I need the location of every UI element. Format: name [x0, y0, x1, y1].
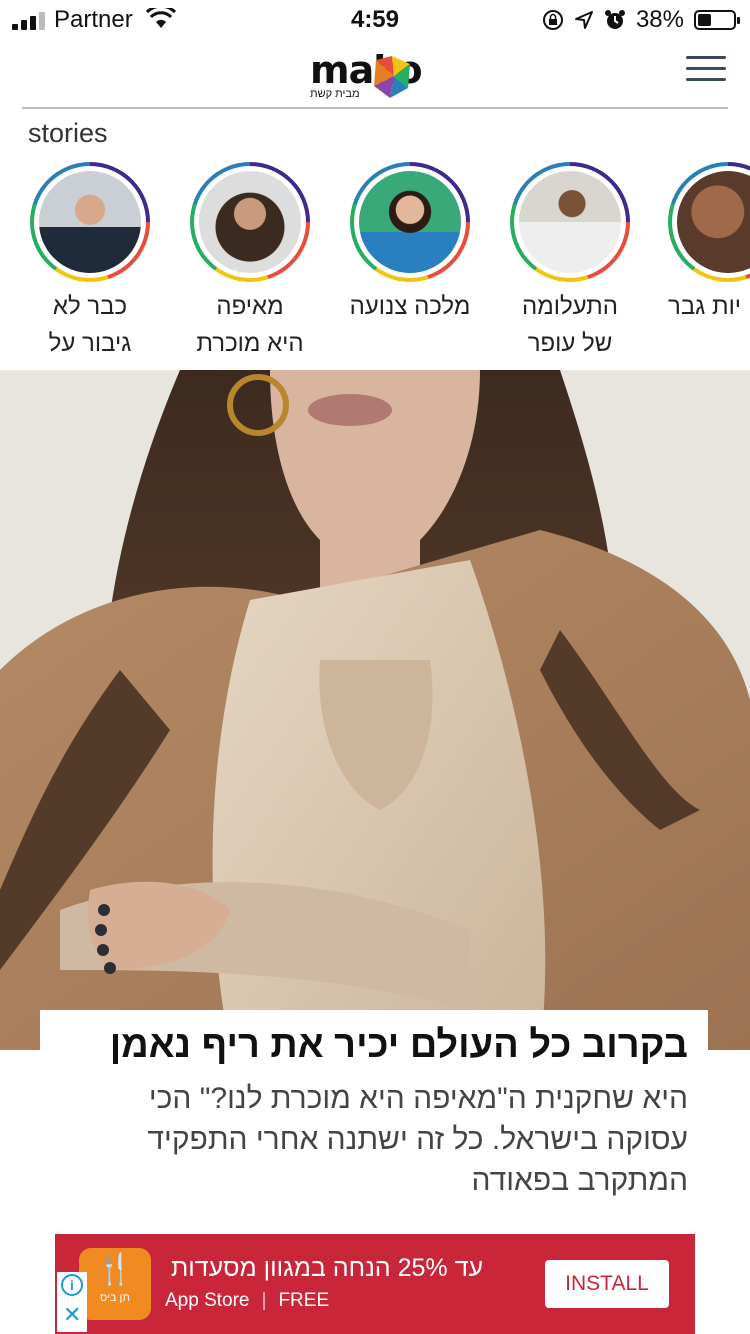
app-icon: 🍴 תן ביס [79, 1248, 151, 1320]
article-headline-card[interactable]: בקרוב כל העולם יכיר את ריף נאמן היא שחקנ… [40, 1010, 708, 1219]
fork-knife-icon: 🍴 [96, 1253, 134, 1286]
story-thumbnail [39, 171, 141, 273]
alarm-icon [604, 10, 625, 29]
battery-percent: 38% [635, 6, 684, 33]
article-summary: היא שחקנית ה"מאיפה היא מוכרת לנו?" הכי ע… [147, 1082, 688, 1197]
rotation-lock-icon [542, 10, 563, 30]
story-item[interactable]: כבר לא גיבור על [28, 162, 152, 362]
story-label: היא מוכרת [196, 330, 304, 357]
hamburger-icon[interactable] [686, 56, 726, 82]
app-brand: תן ביס [100, 1292, 130, 1304]
story-item[interactable]: מאיפה היא מוכרת [188, 162, 312, 362]
ad-price: FREE [278, 1290, 330, 1311]
ad-title: עד 25% הנחה במגוון מסעדות [170, 1254, 483, 1282]
story-item[interactable]: מלכה צנועה [348, 162, 472, 325]
ad-store: App Store [165, 1290, 250, 1311]
story-label: התעלומה [522, 293, 618, 320]
mako-logo[interactable]: mako מבית קשת [310, 48, 440, 104]
story-label: גיבור על [48, 330, 132, 357]
install-button[interactable]: INSTALL [545, 1260, 669, 1308]
location-icon [574, 11, 593, 29]
story-thumbnail [359, 171, 461, 273]
article-hero-image[interactable] [0, 370, 750, 1050]
ad-banner[interactable]: 🍴 תן ביס עד 25% הנחה במגוון מסעדות App S… [55, 1234, 695, 1334]
adchoices[interactable]: i ✕ [57, 1272, 87, 1332]
article-headline[interactable]: בקרוב כל העולם יכיר את ריף נאמן [60, 1022, 688, 1068]
close-icon[interactable]: ✕ [63, 1304, 81, 1326]
story-item[interactable]: התעלומה של עופר [508, 162, 632, 362]
site-header: mako מבית קשת [0, 40, 750, 108]
logo-subtitle: מבית קשת [310, 88, 360, 100]
story-label: יות גבר [668, 293, 742, 320]
story-label: מלכה צנועה [349, 293, 471, 320]
story-label: כבר לא [52, 293, 128, 320]
story-thumbnail [677, 171, 750, 273]
status-bar: Partner 4:59 38% [0, 0, 750, 40]
stories-title: stories [28, 118, 108, 148]
logo-colorful-k-icon [374, 56, 410, 98]
story-label: מאיפה [216, 293, 284, 320]
story-label: של עופר [527, 330, 613, 357]
battery-icon [694, 10, 740, 30]
ad-separator: | [261, 1290, 267, 1311]
story-item[interactable]: יות גבר [668, 162, 750, 325]
story-thumbnail [199, 171, 301, 273]
header-divider [22, 107, 728, 109]
info-icon[interactable]: i [61, 1274, 83, 1296]
story-thumbnail [519, 171, 621, 273]
hero-photo [0, 370, 750, 1050]
